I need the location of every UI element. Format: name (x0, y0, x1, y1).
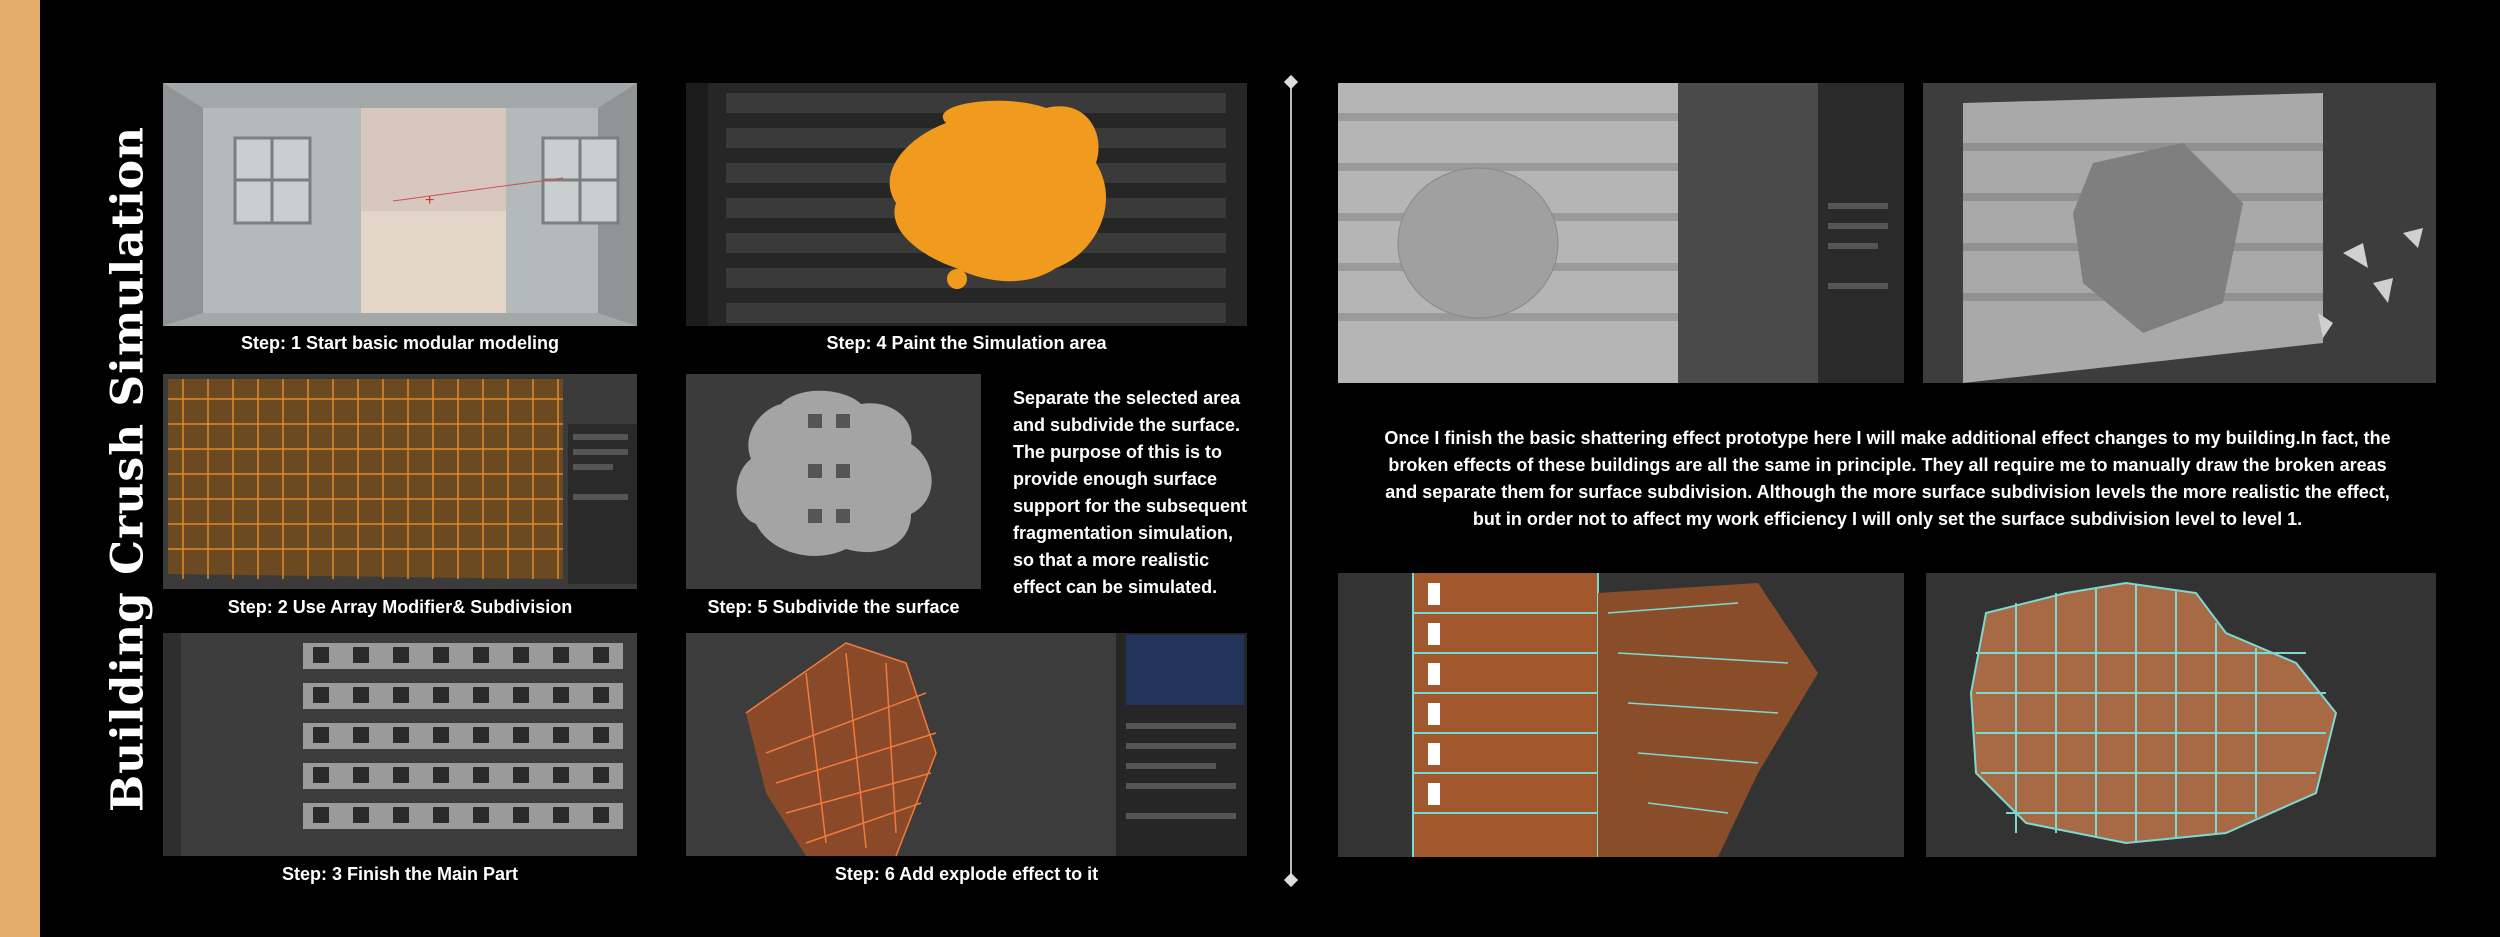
building-wireframe-1 (1338, 573, 1904, 857)
svg-text:+: + (425, 192, 434, 209)
step1-caption: Step: 1 Start basic modular modeling (240, 333, 560, 353)
page-title: Building Crush Simulation (102, 125, 154, 813)
divider-bottom-diamond (1283, 872, 1299, 888)
step6-caption: Step: 6 Add explode effect to it (834, 864, 1099, 884)
step2-image (163, 374, 637, 589)
step2-caption: Step: 2 Use Array Modifier& Subdivision (227, 597, 573, 617)
divider-top-diamond (1283, 74, 1299, 90)
step3-image (163, 633, 637, 856)
step6-image (686, 633, 1247, 856)
step4-image (686, 83, 1247, 326)
step5-image (686, 374, 981, 589)
step5-caption: Step: 5 Subdivide the surface (707, 597, 960, 617)
shatter-result-image (1923, 83, 2436, 383)
accent-stripe (0, 0, 40, 937)
vertical-divider (1290, 82, 1292, 880)
description-paragraph: Once I finish the basic shattering effec… (1384, 428, 2391, 529)
step1-image: + (163, 83, 637, 326)
step4-caption: Step: 4 Paint the Simulation area (826, 333, 1107, 353)
shatter-prototype-image (1338, 83, 1904, 383)
step5-note: Separate the selected area and subdivide… (1013, 388, 1247, 597)
step3-caption: Step: 3 Finish the Main Part (281, 864, 519, 884)
building-wireframe-2 (1926, 573, 2436, 857)
